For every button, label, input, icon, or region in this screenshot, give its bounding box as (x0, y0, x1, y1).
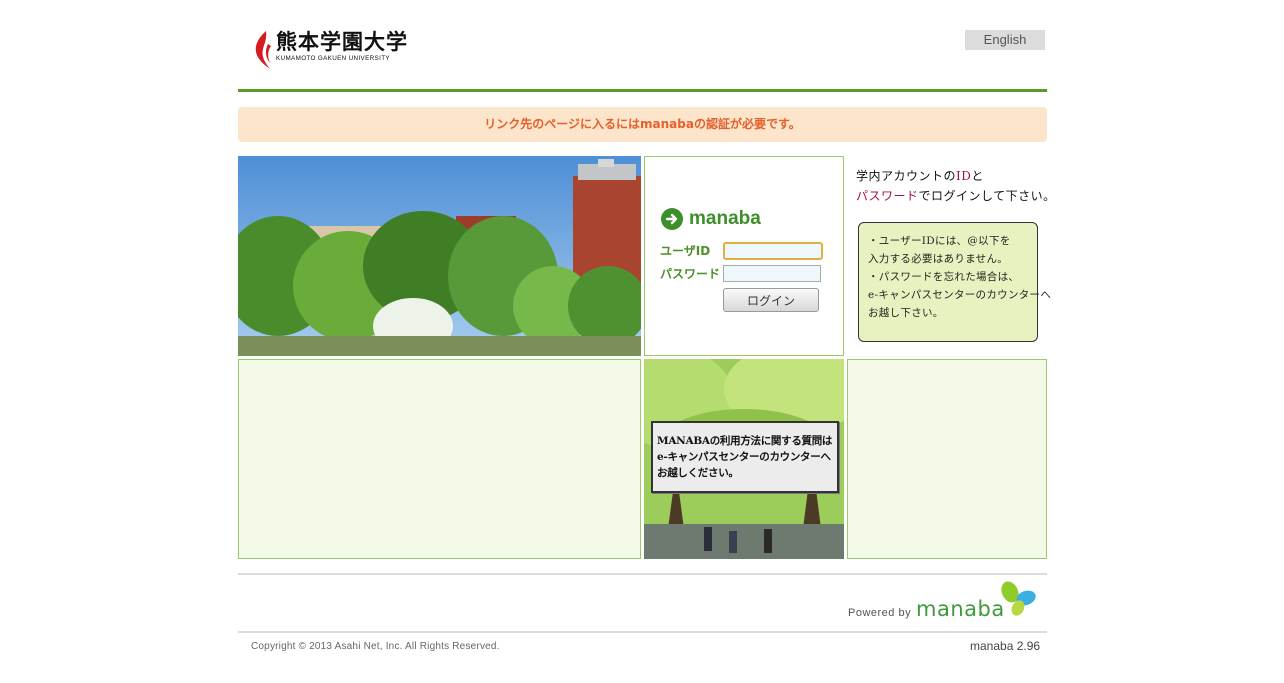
user-id-input[interactable] (723, 242, 823, 260)
tip-line: ・ユーザーIDには、@以下を (868, 235, 1011, 247)
password-label: パスワード (660, 267, 721, 281)
auth-notice: リンク先のページに入るにはmanabaの認証が必要です。 (238, 107, 1047, 142)
banner-line: MANABAの利用方法に関する質問は (657, 435, 833, 447)
instructions-password-highlight: パスワード (856, 189, 919, 203)
login-panel: manaba ユーザID パスワード ログイン (644, 156, 844, 356)
info-panel-left (238, 359, 641, 559)
logo-text: 熊本学園大学 KUMAMOTO GAKUEN UNIVERSITY (276, 30, 408, 62)
manaba-brand: manaba (661, 208, 761, 230)
logo-text-en: KUMAMOTO GAKUEN UNIVERSITY (276, 55, 390, 62)
page-container: 熊本学園大学 KUMAMOTO GAKUEN UNIVERSITY Englis… (238, 0, 1055, 683)
manaba-footer-logo: manaba (916, 597, 1005, 621)
manaba-brand-name: manaba (689, 208, 761, 229)
info-panel-right (847, 359, 1047, 559)
tip-line: 入力する必要はありません。 (868, 253, 1009, 265)
manaba-butterfly-icon (1001, 581, 1036, 616)
tip-line: ・パスワードを忘れた場合は、 (868, 271, 1020, 283)
copyright-text: Copyright © 2013 Asahi Net, Inc. All Rig… (251, 641, 500, 652)
campus-photo (238, 156, 641, 356)
arrow-right-icon (661, 208, 683, 230)
flame-logo-icon (255, 31, 271, 69)
english-button[interactable]: English (965, 30, 1045, 50)
instructions-text: でログインして下さい。 (918, 189, 1056, 203)
version-text: manaba 2.96 (970, 639, 1041, 653)
banner-line: e-キャンパスセンターのカウンターへ (657, 451, 831, 463)
tip-line: e-キャンパスセンターのカウンターへ (868, 289, 1052, 301)
banner-message-box: MANABAの利用方法に関する質問は e-キャンパスセンターのカウンターへ お越… (651, 421, 839, 493)
login-button[interactable]: ログイン (723, 288, 819, 312)
password-input[interactable] (723, 265, 821, 282)
tip-line: お越し下さい。 (868, 307, 944, 319)
login-instructions: 学内アカウントのIDと パスワードでログインして下さい。 (856, 166, 1055, 206)
footer-divider-top (238, 573, 1047, 575)
header-divider (238, 89, 1047, 92)
footer-divider-bottom (238, 631, 1047, 633)
instructions-text: と (971, 169, 984, 183)
powered-by-label: Powered by (848, 607, 912, 619)
instructions-line-2: パスワードでログインして下さい。 (856, 186, 1055, 206)
login-tips-box: ・ユーザーIDには、@以下を 入力する必要はありません。 ・パスワードを忘れた場… (858, 222, 1051, 342)
university-logo[interactable]: 熊本学園大学 KUMAMOTO GAKUEN UNIVERSITY (252, 30, 408, 72)
user-id-label: ユーザID (660, 244, 711, 258)
help-banner[interactable]: MANABAの利用方法に関する質問は e-キャンパスセンターのカウンターへ お越… (644, 359, 844, 559)
logo-text-jp: 熊本学園大学 (276, 30, 408, 54)
instructions-text: 学内アカウントの (856, 169, 957, 183)
instructions-line-1: 学内アカウントのIDと (856, 166, 1050, 186)
banner-line: お越しください。 (657, 467, 739, 479)
instructions-id-highlight: ID (956, 169, 972, 183)
